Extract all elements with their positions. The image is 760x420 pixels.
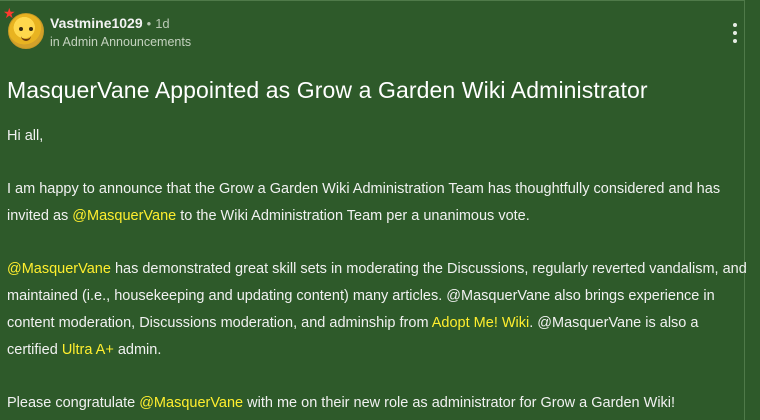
greeting: Hi all, — [7, 128, 44, 144]
post-card: ★ Vastmine1029 • 1d in Admin Announcements… — [0, 0, 747, 420]
avatar-eye-left — [19, 27, 23, 31]
paragraph-2: @MasquerVane has demonstrated great skil… — [7, 256, 747, 364]
more-vertical-icon[interactable] — [729, 23, 741, 43]
text: with me on their new role as administrat… — [243, 395, 676, 411]
post-header: ★ Vastmine1029 • 1d in Admin Announcements — [3, 7, 743, 53]
meta-separator: • — [146, 16, 152, 31]
kebab-dot — [733, 31, 737, 35]
avatar[interactable]: ★ — [3, 7, 44, 49]
star-icon: ★ — [3, 6, 16, 22]
paragraph-1: I am happy to announce that the Grow a G… — [7, 176, 747, 230]
post-body: Hi all, I am happy to announce that the … — [7, 123, 747, 417]
text: admin. — [113, 342, 162, 358]
kebab-dot — [733, 39, 737, 43]
text: to the Wiki Administration Team per a un… — [176, 208, 530, 224]
post-category-line: in Admin Announcements — [50, 35, 191, 49]
avatar-eye-right — [29, 27, 33, 31]
user-mention[interactable]: @MasquerVane — [7, 261, 111, 277]
kebab-dot — [733, 23, 737, 27]
category-prefix: in — [50, 35, 60, 49]
text: Please congratulate — [7, 395, 140, 411]
category-link[interactable]: Admin Announcements — [63, 35, 192, 49]
post-age: 1d — [155, 16, 170, 31]
paragraph-3: Please congratulate @MasquerVane with me… — [7, 390, 747, 417]
user-mention[interactable]: @MasquerVane — [72, 208, 176, 224]
ultra-a-plus-link[interactable]: Ultra A+ — [62, 342, 114, 358]
adopt-me-wiki-link[interactable]: Adopt Me! Wiki — [432, 315, 530, 331]
post-title: MasquerVane Appointed as Grow a Garden W… — [7, 77, 648, 103]
post-meta: Vastmine1029 • 1d in Admin Announcements — [50, 15, 191, 49]
author-name[interactable]: Vastmine1029 — [50, 15, 143, 31]
user-mention[interactable]: @MasquerVane — [139, 395, 243, 411]
avatar-mouth — [21, 35, 31, 41]
